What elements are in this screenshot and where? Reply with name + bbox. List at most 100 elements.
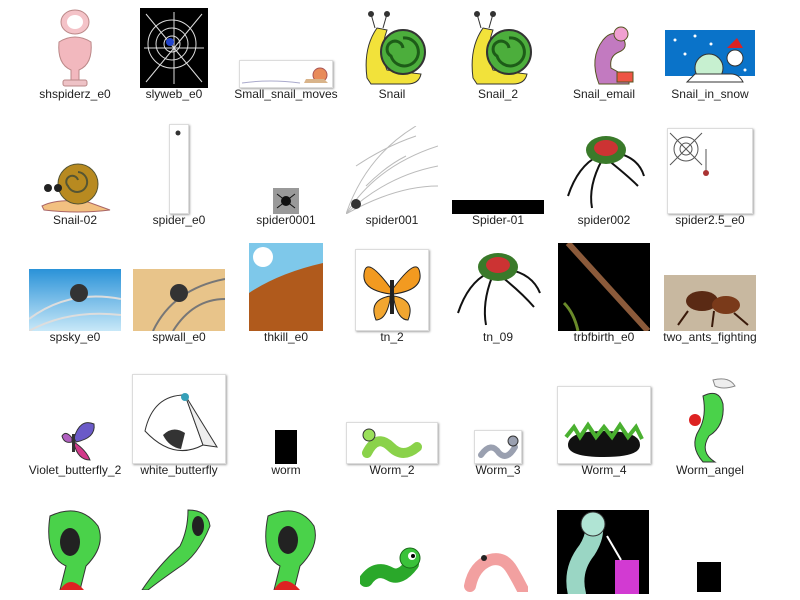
file-thumbnail[interactable]: [657, 243, 763, 331]
file-name: spider002: [577, 213, 631, 227]
file-item[interactable]: shspiderz_e0: [22, 0, 128, 118]
file-item[interactable]: Worm_2: [339, 376, 445, 494]
file-thumbnail[interactable]: [233, 243, 339, 331]
file-item[interactable]: Worm_4: [551, 376, 657, 494]
file-item[interactable]: [697, 562, 800, 600]
file-thumbnail[interactable]: [121, 0, 227, 88]
twig-image: [558, 243, 650, 331]
file-item[interactable]: Snail_in_snow: [657, 0, 763, 118]
file-name: spwall_e0: [152, 330, 206, 344]
file-name: shspiderz_e0: [39, 87, 111, 101]
file-thumbnail[interactable]: [22, 0, 128, 88]
file-item[interactable]: spider2.5_e0: [657, 126, 763, 244]
file-thumbnail[interactable]: [445, 126, 551, 214]
file-thumbnail[interactable]: [22, 243, 128, 331]
file-thumbnail[interactable]: [657, 376, 763, 464]
file-thumbnail[interactable]: [339, 376, 445, 464]
file-thumbnail[interactable]: [551, 126, 657, 214]
file-item[interactable]: tn_09: [445, 243, 551, 361]
file-item[interactable]: [138, 506, 244, 600]
snail-email-image: [594, 26, 634, 85]
file-name: Snail_2: [477, 87, 519, 101]
file-thumbnail[interactable]: [233, 126, 339, 214]
file-item[interactable]: [254, 506, 360, 600]
file-item[interactable]: [464, 546, 570, 600]
file-name: slyweb_e0: [145, 87, 203, 101]
file-thumbnail[interactable]: [22, 126, 128, 214]
file-name: tn_09: [482, 330, 514, 344]
file-item[interactable]: spider001: [339, 126, 445, 244]
file-item[interactable]: spider0001: [233, 126, 339, 244]
file-item[interactable]: spider_e0: [126, 124, 232, 244]
file-name: Spider-01: [471, 213, 525, 227]
file-item[interactable]: Small_snail_moves: [233, 0, 339, 118]
file-item[interactable]: white_butterfly: [126, 374, 232, 494]
ants-image: [664, 275, 756, 331]
file-name: Snail_email: [572, 87, 636, 101]
file-item[interactable]: [359, 540, 466, 600]
file-thumbnail[interactable]: [126, 374, 232, 464]
file-thumbnail[interactable]: [657, 0, 763, 88]
web-image: [346, 126, 438, 214]
file-item[interactable]: Snail_2: [445, 0, 551, 118]
file-thumbnail[interactable]: [339, 0, 445, 88]
black-square-image: [697, 562, 721, 592]
file-thumbnail[interactable]: [551, 376, 657, 464]
file-name: Snail-02: [52, 213, 98, 227]
spider-sky-image: [29, 269, 121, 331]
green-worm-laughing-image: [48, 510, 101, 591]
file-name: spider0001: [256, 213, 316, 227]
file-thumbnail[interactable]: [445, 243, 551, 331]
file-name: Violet_butterfly_2: [28, 463, 122, 477]
file-thumbnail[interactable]: [233, 376, 339, 464]
file-item[interactable]: Worm_3: [445, 376, 551, 494]
file-thumbnail[interactable]: [126, 124, 232, 214]
file-name: white_butterfly: [140, 463, 218, 477]
snail-2-image: [471, 11, 532, 85]
file-name: spider001: [365, 213, 419, 227]
file-thumbnail[interactable]: [551, 243, 657, 331]
file-name: spider_e0: [152, 213, 206, 227]
file-thumbnail[interactable]: [22, 376, 128, 464]
file-thumbnail[interactable]: [126, 243, 232, 331]
file-thumbnail[interactable]: [233, 0, 339, 88]
file-item[interactable]: Worm_angel: [657, 376, 763, 494]
worm-black-image: [275, 430, 297, 464]
file-grid: shspiderz_e0 slyweb_e0 Small_snail_moves…: [0, 0, 800, 600]
file-item[interactable]: spwall_e0: [126, 243, 232, 361]
caterpillar-drink-image: [557, 510, 649, 600]
file-thumbnail[interactable]: [657, 126, 763, 214]
file-item[interactable]: trbfbirth_e0: [551, 243, 657, 361]
file-item[interactable]: Violet_butterfly_2: [22, 376, 128, 494]
file-thumbnail[interactable]: [445, 0, 551, 88]
green-worm-shouting-image: [265, 510, 316, 591]
red-spider-image: [558, 126, 650, 214]
file-item[interactable]: Snail: [339, 0, 445, 118]
file-item[interactable]: [40, 506, 146, 600]
file-item[interactable]: slyweb_e0: [121, 0, 227, 118]
file-item[interactable]: tn_2: [339, 243, 445, 361]
file-thumbnail[interactable]: [339, 243, 445, 331]
file-item[interactable]: two_ants_fighting: [657, 243, 763, 361]
brown-snail-image: [41, 163, 111, 213]
file-name: Snail_in_snow: [671, 87, 749, 101]
file-item[interactable]: worm: [233, 376, 339, 494]
file-item[interactable]: Snail-02: [22, 126, 128, 244]
file-item[interactable]: spider002: [551, 126, 657, 244]
file-name: worm: [271, 463, 301, 477]
file-item[interactable]: thkill_e0: [233, 243, 339, 361]
file-thumbnail[interactable]: [445, 376, 551, 464]
file-item[interactable]: Spider-01: [445, 126, 551, 244]
file-thumbnail[interactable]: [339, 126, 445, 214]
file-item[interactable]: [557, 510, 663, 600]
file-thumbnail[interactable]: [551, 0, 657, 88]
worm-angel-image: [679, 376, 741, 464]
snail-image: [365, 11, 426, 85]
spider-web-image: [140, 8, 208, 88]
file-name: Snail: [378, 87, 406, 101]
green-spider-image: [452, 243, 544, 331]
file-item[interactable]: Snail_email: [551, 0, 657, 118]
pink-worm-image: [464, 553, 530, 598]
file-item[interactable]: spsky_e0: [22, 243, 128, 361]
small-snail-image: [239, 60, 333, 88]
